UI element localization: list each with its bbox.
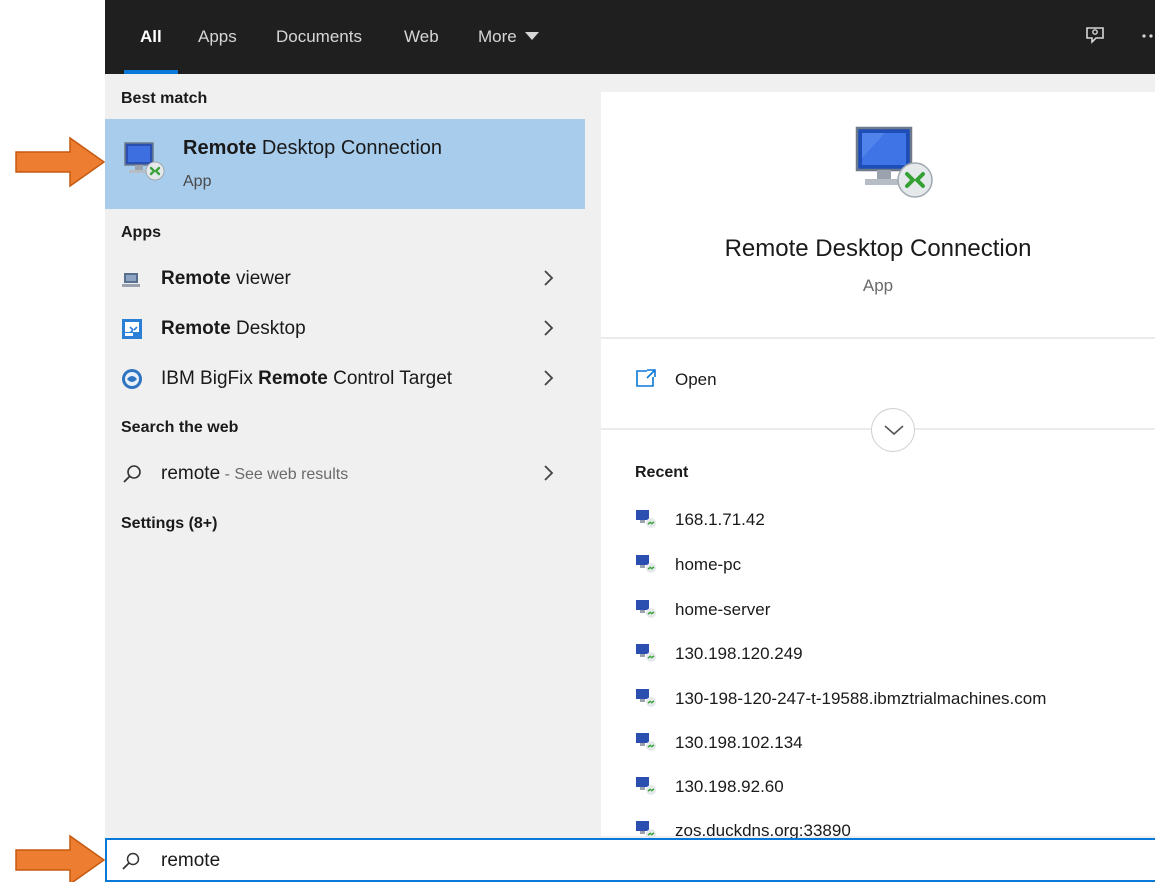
recent-header: Recent [635, 464, 689, 481]
chevron-right-icon[interactable] [542, 367, 556, 389]
chevron-right-icon[interactable] [542, 267, 556, 289]
chevron-right-icon[interactable] [542, 317, 556, 339]
best-match-subtitle: App [183, 173, 212, 190]
remote-connection-icon [636, 600, 656, 618]
preview-title: Remote Desktop Connection [724, 235, 1032, 262]
search-web-header: Search the web [121, 419, 239, 436]
recent-item[interactable]: 130.198.102.134 [635, 731, 1135, 761]
recent-item-label: 168.1.71.42 [675, 510, 765, 529]
search-box [105, 838, 1155, 882]
remote-connection-icon [636, 689, 656, 707]
preview-pane: Remote Desktop Connection App Open Recen… [601, 92, 1155, 840]
open-label: Open [675, 370, 717, 389]
app-result-ibm-bigfix[interactable]: IBM BigFix Remote Control Target [105, 356, 585, 402]
remote-connection-icon [636, 555, 656, 573]
best-match-result[interactable]: Remote Desktop Connection App [105, 119, 585, 209]
more-options-icon[interactable] [1141, 22, 1155, 52]
divider [601, 337, 1155, 339]
search-scope-bar: All Apps Documents Web More [105, 0, 1155, 74]
settings-header[interactable]: Settings (8+) [121, 515, 217, 533]
recent-item-label: 130.198.92.60 [675, 777, 784, 796]
search-icon [122, 852, 140, 870]
feedback-icon[interactable] [1083, 24, 1107, 48]
recent-item[interactable]: home-pc [635, 553, 1135, 583]
recent-item-label: home-pc [675, 555, 742, 574]
web-result[interactable]: remote - See web results [105, 451, 585, 497]
chevron-down-icon [884, 425, 904, 436]
app-result-label: IBM BigFix Remote Control Target [161, 368, 453, 389]
remote-viewer-icon [122, 273, 140, 287]
remote-connection-icon [636, 644, 656, 662]
best-match-header: Best match [121, 90, 208, 107]
recent-item[interactable]: 168.1.71.42 [635, 508, 1135, 538]
recent-item-label: 130.198.102.134 [675, 733, 803, 752]
open-icon [636, 369, 656, 387]
tab-more-label: More [478, 27, 517, 46]
web-result-label: remote - See web results [161, 463, 349, 484]
tab-web[interactable]: Web [404, 0, 439, 74]
results-pane: Best match Remote Desktop Connection App… [105, 74, 585, 838]
apps-header: Apps [121, 224, 161, 241]
recent-item-label: home-server [675, 600, 771, 619]
bigfix-icon [122, 369, 142, 389]
best-match-title: Remote Desktop Connection [183, 137, 443, 159]
expand-button[interactable] [871, 408, 915, 452]
app-result-remote-desktop[interactable]: Remote Desktop [105, 306, 585, 352]
recent-item-label: 130.198.120.249 [675, 644, 803, 663]
remote-connection-icon [636, 510, 656, 528]
remote-desktop-connection-icon [124, 142, 165, 181]
tab-apps[interactable]: Apps [198, 0, 237, 74]
recent-item[interactable]: 130.198.120.249 [635, 642, 1135, 672]
remote-connection-icon [636, 777, 656, 795]
recent-item-label: 130-198-120-247-t-19588.ibmztrialmachine… [675, 689, 1047, 708]
tab-documents[interactable]: Documents [276, 0, 362, 74]
search-input[interactable] [161, 846, 1061, 876]
chevron-right-icon[interactable] [542, 462, 556, 484]
orange-arrow-icon [15, 834, 106, 882]
recent-item[interactable]: 130.198.92.60 [635, 775, 1135, 805]
tab-all[interactable]: All [124, 0, 178, 74]
app-result-label: Remote Desktop [161, 318, 306, 339]
app-result-remote-viewer[interactable]: Remote viewer [105, 256, 585, 302]
caret-down-icon [524, 32, 539, 40]
preview-subtitle: App [862, 276, 894, 295]
orange-arrow-icon [15, 136, 106, 188]
search-icon [123, 465, 141, 483]
recent-item[interactable]: 130-198-120-247-t-19588.ibmztrialmachine… [635, 687, 1135, 717]
app-result-label: Remote viewer [161, 268, 291, 289]
tab-more[interactable]: More [478, 0, 539, 74]
remote-desktop-connection-icon [855, 126, 933, 198]
remote-desktop-icon [122, 319, 142, 339]
recent-item[interactable]: home-server [635, 598, 1135, 628]
remote-connection-icon [636, 733, 656, 751]
left-margin [0, 0, 105, 882]
